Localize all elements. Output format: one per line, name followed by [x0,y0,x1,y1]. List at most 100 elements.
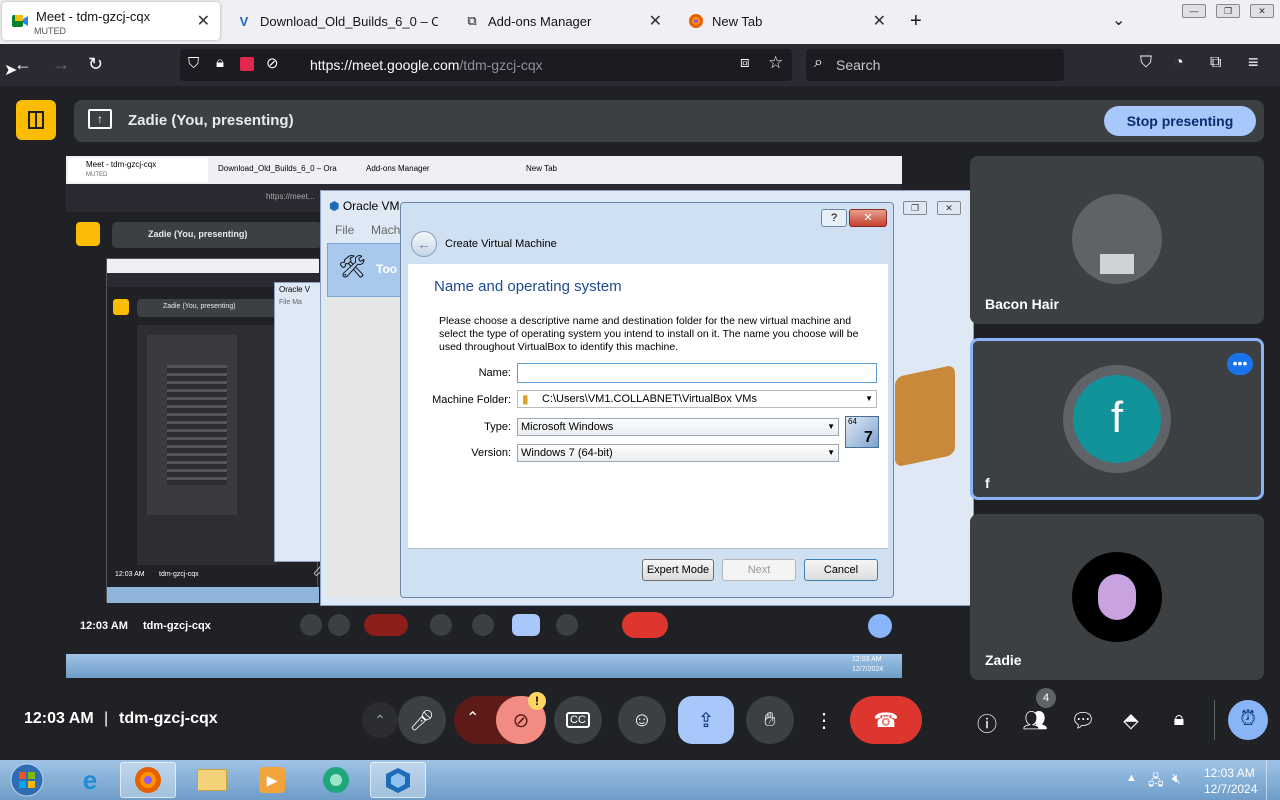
firefox-taskbar-icon[interactable] [120,762,176,798]
emoji-icon: ☺ [631,708,653,731]
file-explorer-icon[interactable] [184,762,240,798]
volume-muted-icon[interactable]: 🔇︎ [1172,770,1181,787]
audio-options-button[interactable]: ⌃ [362,702,398,738]
section-title: Name and operating system [434,278,622,295]
people-icon[interactable]: 👥︎ [1021,708,1049,733]
minimize-window-button[interactable]: — [1182,4,1206,18]
shield-icon[interactable]: ⛉ [188,55,199,72]
raise-hand-button[interactable]: ✋︎ [746,696,794,744]
tab-new-tab[interactable]: New Tab ✕ [678,2,896,40]
cancel-button[interactable]: Cancel [804,559,878,581]
shared-tab: Download_Old_Builds_6_0 – Ora [218,164,337,173]
leave-call-button[interactable]: ☎︎ [850,696,922,744]
more-options-button[interactable]: ⋮ [808,696,840,744]
folder-icon: ▮ [522,392,529,406]
media-player-icon[interactable]: ▶ [244,762,300,798]
tab-download-old-builds[interactable]: V Download_Old_Builds_6_0 – Ora [226,2,448,40]
participant-tile-zadie[interactable]: Zadie [970,514,1264,680]
type-select[interactable]: Microsoft Windows ▼ [517,418,839,436]
machine-folder-select[interactable]: ▮ C:\Users\VM1.COLLABNET\VirtualBox VMs … [517,390,877,408]
show-hidden-icons-icon[interactable]: ▲ [1126,772,1137,784]
reload-icon[interactable]: ↻ [88,54,103,75]
new-tab-button[interactable]: + [910,10,922,33]
tools-label: Too [376,262,398,276]
stop-presenting-button[interactable]: Stop presenting [1104,106,1256,136]
captions-icon: CC [566,712,590,728]
url-bar[interactable]: ⛉ 🔒︎ ⊘ https://meet.google.com/tdm-gzcj-… [180,49,792,81]
tab-strip: Meet - tdm-gzcj-cqx MUTED ✕ V Download_O… [0,0,1280,44]
list-all-tabs-icon[interactable]: ⌄ [1112,10,1125,30]
search-bar[interactable]: ⌕ Search [806,49,1064,81]
pocket-icon[interactable]: ⛉ [1140,54,1152,72]
tab-addons-manager[interactable]: ⧉ Add-ons Manager ✕ [454,2,672,40]
network-icon[interactable]: 🖧︎ [1148,770,1164,794]
help-button[interactable]: ? [821,209,847,227]
shared-control [556,614,578,636]
reactions-button[interactable]: ☺ [618,696,666,744]
close-tab-icon[interactable]: ✕ [873,11,886,31]
meeting-info-icon[interactable]: ⓘ [973,708,1001,737]
avatar-cartoon [1098,574,1136,620]
tab-meet[interactable]: Meet - tdm-gzcj-cqx MUTED ✕ [2,2,220,40]
version-select[interactable]: Windows 7 (64-bit) ▼ [517,444,839,462]
dialog-title: Create Virtual Machine [445,238,557,250]
more-options-icon[interactable]: ••• [1227,353,1253,375]
taskbar-clock-time[interactable]: 12:03 AM [1204,766,1255,780]
shared-tab: Meet - tdm-gzcj-cqx MUTED [68,158,208,182]
internet-explorer-icon[interactable]: e [62,762,118,798]
present-button[interactable]: ⇪ [678,696,734,744]
taskbar-clock-date[interactable]: 12/7/2024 [1204,782,1257,796]
close-window-button[interactable]: ✕ [937,201,961,215]
shared-time: 12:03 AM [80,620,128,632]
chat-icon[interactable]: 💬︎ [1069,708,1097,733]
show-desktop-button[interactable] [1266,760,1280,800]
menu-icon[interactable]: ≡ [1248,52,1259,73]
close-tab-icon[interactable]: ✕ [197,11,210,31]
shared-clock-time: 12:03 AM [852,656,882,663]
next-button[interactable]: Next [722,559,796,581]
shared-control [300,614,322,636]
back-arrow-icon[interactable]: ← [411,231,437,257]
participant-tile-bacon-hair[interactable]: Bacon Hair [970,156,1264,324]
shared-clock-date: 12/7/2024 [852,666,884,673]
shared-tab-title: Meet - tdm-gzcj-cqx [86,160,157,169]
bookmark-star-icon[interactable]: ☆ [768,53,783,73]
lock-icon[interactable]: 🔒︎ [216,54,224,71]
menu-machine[interactable]: Machi [371,223,403,237]
url-text[interactable]: https://meet.google.com/tdm-gzcj-cqx [310,57,543,73]
host-controls-icon[interactable]: 🔒︎ [1165,708,1193,731]
activities-icon[interactable]: ⬘ [1117,708,1145,733]
expert-mode-button[interactable]: Expert Mode [642,559,714,581]
url-host: https://meet.google.com [310,57,460,73]
close-window-button[interactable]: ✕ [1250,4,1274,18]
picture-in-picture-icon[interactable]: ⧈ [740,54,750,71]
nested-presenting-label: Zadie (You, presenting) [163,303,236,310]
virtualbox-taskbar-icon[interactable] [370,762,426,798]
mic-muted-indicator-icon[interactable]: ⊘ [266,54,279,72]
forward-icon[interactable]: → [52,54,70,75]
start-button[interactable] [0,762,54,798]
account-icon[interactable]: ◔ [1174,54,1184,72]
restore-window-button[interactable]: ❐ [1216,4,1240,18]
participant-name: Bacon Hair [985,296,1059,312]
back-icon[interactable]: ← [14,54,32,75]
tools-item[interactable]: 🛠︎ Too [327,243,403,297]
captions-button[interactable]: CC [554,696,602,744]
timer-icon[interactable]: ⏰︎ [1228,700,1268,740]
shared-presenting-label: Zadie (You, presenting) [148,229,248,239]
menu-file[interactable]: File [335,223,354,237]
microphone-button[interactable]: 🎤︎ [398,696,446,744]
close-tab-icon[interactable]: ✕ [649,11,662,31]
companion-mode-icon[interactable] [16,100,56,140]
extensions-icon[interactable]: ⧉ [1210,54,1221,72]
maximize-window-button[interactable]: ❐ [903,201,927,215]
warning-badge: ! [528,692,546,710]
dialog-close-button[interactable]: ✕ [849,209,887,227]
nested-inner-screen [167,365,227,485]
participant-name: Zadie [985,652,1022,668]
name-input[interactable] [517,363,877,383]
nested-meeting-code: tdm-gzcj-cqx [159,571,199,578]
participant-tile-f[interactable]: f ••• f [970,338,1264,500]
screen-share-indicator-icon[interactable] [240,57,254,71]
sharex-icon[interactable] [308,762,364,798]
